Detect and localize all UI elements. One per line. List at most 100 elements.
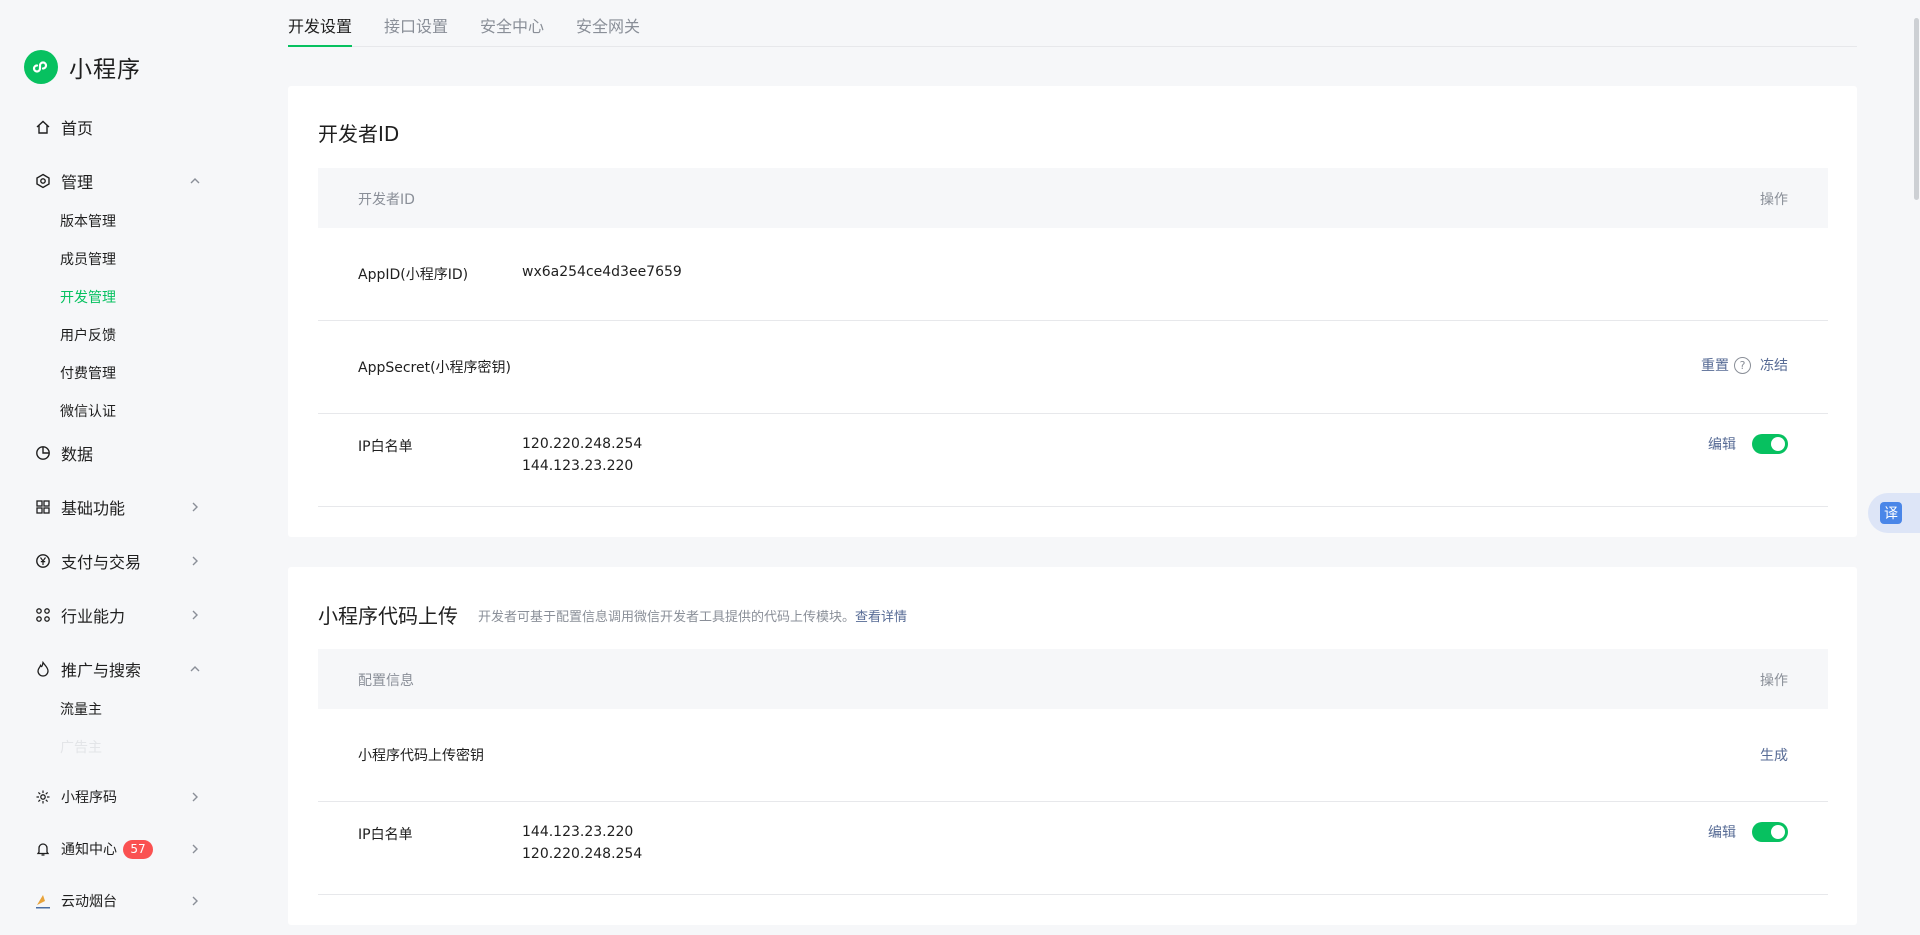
sidebar-item-data[interactable]: 数据 bbox=[34, 440, 204, 466]
page-scrollbar[interactable] bbox=[1914, 18, 1919, 200]
chevron-right-icon[interactable] bbox=[186, 840, 204, 858]
sidebar-item-home[interactable]: 首页 bbox=[34, 114, 204, 140]
appsecret-label: AppSecret(小程序密钥) bbox=[358, 360, 512, 376]
table-row: AppID(小程序ID) wx6a254ce4d3ee7659 bbox=[318, 228, 1828, 321]
column-header: 开发者ID bbox=[358, 192, 415, 208]
sidebar-item-label: 数据 bbox=[61, 445, 94, 464]
sidebar-item-promo[interactable]: 推广与搜索 bbox=[34, 656, 204, 682]
tab-dev-settings[interactable]: 开发设置 bbox=[288, 13, 353, 47]
ip-whitelist-toggle[interactable] bbox=[1752, 822, 1788, 842]
notification-count-badge: 57 bbox=[123, 839, 153, 859]
sidebar-subitem-members[interactable]: 成员管理 bbox=[60, 250, 116, 270]
sun-code-icon bbox=[34, 788, 52, 806]
upload-key-label: 小程序代码上传密钥 bbox=[358, 748, 484, 764]
sidebar-item-label: 云动烟台 bbox=[61, 894, 117, 910]
brand[interactable]: 小程序 bbox=[24, 50, 141, 84]
ip-address: 144.123.23.220 bbox=[522, 824, 634, 840]
sidebar-item-manage[interactable]: 管理 bbox=[34, 168, 204, 194]
sidebar: 小程序 首页 管理 版本管理 成员管理 开发管理 用户反馈 付费管理 微信认证 bbox=[0, 0, 240, 935]
sidebar-subitem-advertiser[interactable]: 广告主 bbox=[60, 738, 102, 758]
sidebar-subitem-version[interactable]: 版本管理 bbox=[60, 212, 116, 232]
table-row: IP白名单 120.220.248.254 144.123.23.220 编辑 bbox=[318, 414, 1828, 507]
ip-address: 120.220.248.254 bbox=[522, 436, 643, 452]
card-title: 开发者ID bbox=[318, 122, 400, 146]
sidebar-subitem-payment[interactable]: 付费管理 bbox=[60, 364, 116, 384]
sidebar-item-notify[interactable]: 通知中心 57 bbox=[34, 836, 204, 862]
translate-icon: 译 bbox=[1880, 502, 1902, 524]
sidebar-item-label: 首页 bbox=[61, 119, 94, 138]
sidebar-item-label: 小程序码 bbox=[61, 790, 117, 806]
industry-icon bbox=[34, 606, 52, 624]
settings-tabs: 开发设置 接口设置 安全中心 安全网关 bbox=[288, 0, 1857, 47]
tab-api-settings[interactable]: 接口设置 bbox=[384, 13, 448, 47]
ip-whitelist-values: 120.220.248.254 144.123.23.220 bbox=[522, 433, 642, 477]
tab-security-gateway[interactable]: 安全网关 bbox=[576, 13, 640, 47]
yen-icon bbox=[34, 552, 52, 570]
flame-icon bbox=[34, 660, 52, 678]
sidebar-item-label: 管理 bbox=[61, 173, 94, 192]
freeze-secret-link[interactable]: 冻结 bbox=[1760, 355, 1788, 375]
pie-chart-icon bbox=[34, 444, 52, 462]
sidebar-item-label: 行业能力 bbox=[61, 607, 126, 626]
sidebar-subitem-dev[interactable]: 开发管理 bbox=[60, 288, 116, 308]
view-details-link[interactable]: 查看详情 bbox=[855, 610, 907, 625]
generate-key-link[interactable]: 生成 bbox=[1760, 745, 1788, 765]
code-upload-card: 小程序代码上传 开发者可基于配置信息调用微信开发者工具提供的代码上传模块。查看详… bbox=[288, 567, 1857, 925]
chevron-right-icon[interactable] bbox=[186, 498, 204, 516]
sidebar-item-label: 通知中心 bbox=[61, 842, 117, 858]
ip-address: 120.220.248.254 bbox=[522, 846, 643, 862]
sidebar-item-basic[interactable]: 基础功能 bbox=[34, 494, 204, 520]
appid-label: AppID(小程序ID) bbox=[358, 267, 469, 283]
ip-whitelist-actions: 编辑 bbox=[1708, 822, 1788, 842]
cloud-app-avatar-icon bbox=[34, 892, 52, 910]
card-title: 小程序代码上传 bbox=[318, 604, 458, 628]
ip-whitelist-toggle[interactable] bbox=[1752, 434, 1788, 454]
appsecret-actions: 重置 ? 冻结 bbox=[1701, 355, 1788, 375]
edit-ip-whitelist-link[interactable]: 编辑 bbox=[1708, 434, 1736, 454]
bell-icon bbox=[34, 840, 52, 858]
chevron-right-icon[interactable] bbox=[186, 788, 204, 806]
miniprogram-logo-icon bbox=[24, 50, 58, 84]
help-icon[interactable]: ? bbox=[1734, 356, 1751, 374]
table-row: IP白名单 144.123.23.220 120.220.248.254 编辑 bbox=[318, 802, 1828, 895]
sidebar-item-label: 支付与交易 bbox=[61, 553, 142, 572]
ip-whitelist-label: IP白名单 bbox=[358, 827, 413, 843]
sidebar-item-cloud[interactable]: 云动烟台 bbox=[34, 888, 204, 914]
sidebar-subitem-verify[interactable]: 微信认证 bbox=[60, 402, 116, 422]
table-header: 配置信息 操作 bbox=[318, 649, 1828, 709]
sidebar-item-label: 推广与搜索 bbox=[61, 661, 142, 680]
tab-security-center[interactable]: 安全中心 bbox=[480, 13, 544, 47]
table-header: 开发者ID 操作 bbox=[318, 168, 1828, 228]
ip-whitelist-values: 144.123.23.220 120.220.248.254 bbox=[522, 821, 642, 865]
chevron-right-icon[interactable] bbox=[186, 606, 204, 624]
column-header: 操作 bbox=[1760, 192, 1788, 208]
chevron-right-icon[interactable] bbox=[186, 892, 204, 910]
ip-whitelist-actions: 编辑 bbox=[1708, 434, 1788, 454]
sidebar-subitem-traffic[interactable]: 流量主 bbox=[60, 700, 102, 720]
upload-key-actions: 生成 bbox=[1760, 745, 1788, 765]
edit-ip-whitelist-link[interactable]: 编辑 bbox=[1708, 822, 1736, 842]
sidebar-item-qrcode[interactable]: 小程序码 bbox=[34, 784, 204, 810]
grid-icon bbox=[34, 498, 52, 516]
ip-address: 144.123.23.220 bbox=[522, 458, 634, 474]
sidebar-item-pay[interactable]: 支付与交易 bbox=[34, 548, 204, 574]
app-name: 小程序 bbox=[69, 57, 141, 83]
reset-secret-link[interactable]: 重置 bbox=[1701, 355, 1729, 375]
sidebar-item-label: 基础功能 bbox=[61, 499, 126, 518]
column-header: 操作 bbox=[1760, 673, 1788, 689]
table-row: 小程序代码上传密钥 生成 bbox=[318, 709, 1828, 802]
translate-button[interactable]: 译 bbox=[1868, 493, 1920, 533]
appid-value: wx6a254ce4d3ee7659 bbox=[522, 264, 682, 280]
chevron-up-icon[interactable] bbox=[186, 172, 204, 190]
ip-whitelist-label: IP白名单 bbox=[358, 439, 413, 455]
settings-hex-icon bbox=[34, 172, 52, 190]
table-row: AppSecret(小程序密钥) 重置 ? 冻结 bbox=[318, 321, 1828, 414]
column-header: 配置信息 bbox=[358, 673, 414, 689]
description-text: 开发者可基于配置信息调用微信开发者工具提供的代码上传模块。 bbox=[478, 610, 856, 625]
sidebar-subitem-feedback[interactable]: 用户反馈 bbox=[60, 326, 116, 346]
card-description: 开发者可基于配置信息调用微信开发者工具提供的代码上传模块。查看详情 bbox=[478, 606, 907, 625]
chevron-up-icon[interactable] bbox=[186, 660, 204, 678]
chevron-right-icon[interactable] bbox=[186, 552, 204, 570]
home-icon bbox=[34, 118, 52, 136]
sidebar-item-industry[interactable]: 行业能力 bbox=[34, 602, 204, 628]
